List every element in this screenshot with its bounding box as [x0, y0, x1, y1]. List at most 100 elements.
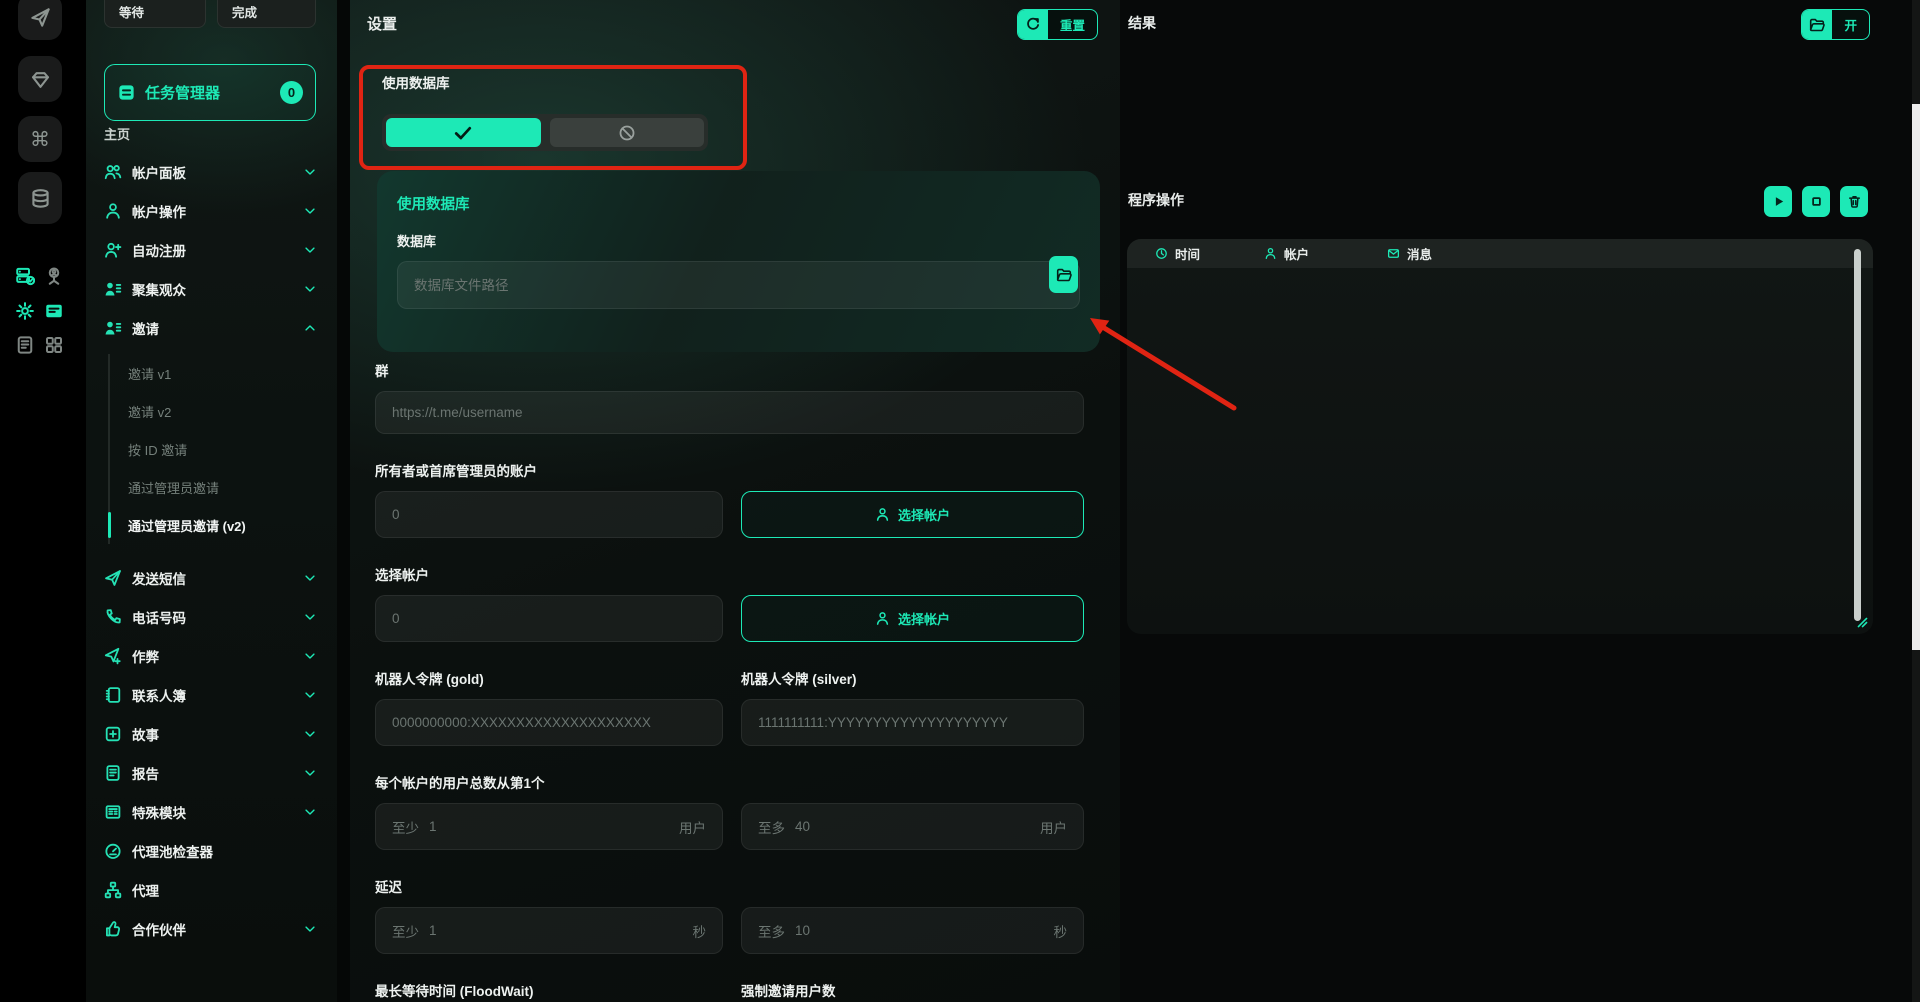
sidebar-item-account-ops[interactable]: 帐户操作	[104, 191, 325, 230]
users-max-input[interactable]: 至多 40 用户	[741, 803, 1084, 850]
diamond-nav-button[interactable]	[18, 56, 62, 102]
column-message: 消息	[1387, 244, 1432, 263]
sidebar-item-cheat[interactable]: 作弊	[104, 636, 325, 675]
delay-max-input[interactable]: 至多 10 秒	[741, 907, 1084, 954]
database-icon	[30, 188, 51, 209]
gear-icon[interactable]	[15, 301, 35, 321]
sidebar-nav-lower: 发送短信 电话号码 作弊 联系人簿 故事	[104, 558, 325, 948]
wait-button[interactable]: 等待	[104, 0, 206, 28]
sidebar-item-contact-book[interactable]: 联系人簿	[104, 675, 325, 714]
bot-token-gold-input[interactable]	[375, 699, 723, 746]
toggle-no-button[interactable]	[550, 118, 705, 147]
user-list-icon	[104, 280, 122, 298]
sidebar-item-label: 特殊模块	[132, 802, 293, 822]
stop-button[interactable]	[1802, 186, 1830, 217]
reset-icon	[1018, 10, 1048, 39]
start-button[interactable]	[1764, 186, 1792, 217]
play-icon	[1771, 194, 1786, 209]
bot-token-silver-input[interactable]	[741, 699, 1084, 746]
results-title: 结果	[1128, 13, 1156, 33]
pick-owner-account-button[interactable]: 选择帐户	[741, 491, 1084, 538]
sidebar-item-account-panel[interactable]: 帐户面板	[104, 152, 325, 191]
delay-min-input[interactable]: 至少 1 秒	[375, 907, 723, 954]
submenu-label: 邀请 v2	[128, 402, 171, 421]
select-accounts-input[interactable]	[375, 595, 723, 642]
bot-token-gold-label: 机器人令牌 (gold)	[375, 668, 723, 688]
min-prefix: 至少	[392, 921, 419, 941]
trash-icon	[1847, 194, 1862, 209]
open-results-button[interactable]: 开	[1801, 9, 1870, 40]
submenu-invite-v2[interactable]: 邀请 v2	[110, 392, 325, 430]
person-camera-icon[interactable]	[44, 266, 64, 286]
database-path-input[interactable]	[397, 261, 1080, 309]
submenu-invite-v1[interactable]: 邀请 v1	[110, 354, 325, 392]
log-scrollbar-thumb[interactable]	[1854, 249, 1861, 621]
program-ops-label: 程序操作	[1128, 190, 1184, 210]
sidebar-item-reports[interactable]: 报告	[104, 753, 325, 792]
task-manager-button[interactable]: 任务管理器 0	[104, 64, 316, 121]
user-icon	[104, 202, 122, 220]
reset-button[interactable]: 重置	[1017, 9, 1098, 40]
submenu-invite-via-admin-v2[interactable]: 通过管理员邀请 (v2)	[110, 506, 325, 544]
task-count-badge: 0	[280, 81, 303, 104]
settings-title: 设置	[367, 13, 397, 34]
phone-icon	[104, 608, 122, 626]
users-min-input[interactable]: 至少 1 用户	[375, 803, 723, 850]
resize-grip-icon[interactable]	[1856, 616, 1869, 629]
submenu-invite-via-admin[interactable]: 通过管理员邀请	[110, 468, 325, 506]
sidebar-item-gather-audience[interactable]: 聚集观众	[104, 269, 325, 308]
log-table[interactable]: 时间 帐户 消息	[1127, 239, 1873, 634]
sidebar-item-stories[interactable]: 故事	[104, 714, 325, 753]
server-check-icon[interactable]	[15, 266, 35, 286]
users-total-label: 每个帐户的用户总数从第1个	[375, 772, 1084, 792]
sidebar-item-auto-register[interactable]: 自动注册	[104, 230, 325, 269]
sidebar-item-proxy[interactable]: 代理	[104, 870, 325, 909]
check-icon	[453, 123, 473, 143]
sidebar-item-label: 代理池检查器	[132, 841, 325, 861]
submenu-label: 邀请 v1	[128, 364, 171, 383]
submenu-invite-by-id[interactable]: 按 ID 邀请	[110, 430, 325, 468]
user-plus-icon	[104, 241, 122, 259]
task-list-icon	[117, 83, 136, 102]
clear-button[interactable]	[1840, 186, 1868, 217]
sidebar-item-invite[interactable]: 邀请	[104, 308, 325, 347]
group-link-input[interactable]	[375, 391, 1084, 434]
use-database-label: 使用数据库	[382, 72, 450, 92]
chevron-down-icon	[303, 727, 317, 741]
user-icon	[875, 507, 890, 522]
sidebar-item-special-modules[interactable]: 特殊模块	[104, 792, 325, 831]
page-scrollbar[interactable]	[1912, 0, 1920, 1002]
sidebar-item-proxy-checker[interactable]: 代理池检查器	[104, 831, 325, 870]
unit-label: 秒	[1054, 921, 1068, 941]
max-value: 10	[795, 923, 810, 938]
column-label: 帐户	[1284, 244, 1309, 263]
select-accounts-label: 选择帐户	[375, 564, 1084, 584]
owner-account-input[interactable]	[375, 491, 723, 538]
browse-database-button[interactable]	[1049, 256, 1078, 293]
document-icon[interactable]	[15, 335, 35, 355]
sidebar-item-partners[interactable]: 合作伙伴	[104, 909, 325, 948]
open-button-label: 开	[1832, 10, 1869, 39]
pick-accounts-button[interactable]: 选择帐户	[741, 595, 1084, 642]
card-icon[interactable]	[44, 301, 64, 321]
done-button[interactable]: 完成	[217, 0, 316, 28]
page-scrollbar-thumb[interactable]	[1912, 104, 1920, 650]
sidebar-item-phone-numbers[interactable]: 电话号码	[104, 597, 325, 636]
mail-icon	[1387, 247, 1400, 260]
column-label: 时间	[1175, 244, 1200, 263]
grid-icon[interactable]	[44, 335, 64, 355]
sidebar-item-label: 电话号码	[132, 607, 293, 627]
sidebar-item-label: 发送短信	[132, 568, 293, 588]
sidebar-item-send-sms[interactable]: 发送短信	[104, 558, 325, 597]
invite-submenu: 邀请 v1 邀请 v2 按 ID 邀请 通过管理员邀请 通过管理员邀请 (v2)	[108, 354, 325, 544]
toggle-yes-button[interactable]	[386, 118, 541, 147]
contacts-book-icon	[104, 686, 122, 704]
database-nav-button[interactable]	[18, 172, 62, 224]
database-field-label: 数据库	[397, 231, 1080, 250]
paper-plane-icon	[104, 569, 122, 587]
pick-button-label: 选择帐户	[898, 505, 950, 524]
command-nav-button[interactable]: ⌘	[18, 116, 62, 162]
min-prefix: 至少	[392, 817, 419, 837]
send-nav-button[interactable]	[18, 0, 62, 40]
panel-divider	[337, 0, 350, 1002]
